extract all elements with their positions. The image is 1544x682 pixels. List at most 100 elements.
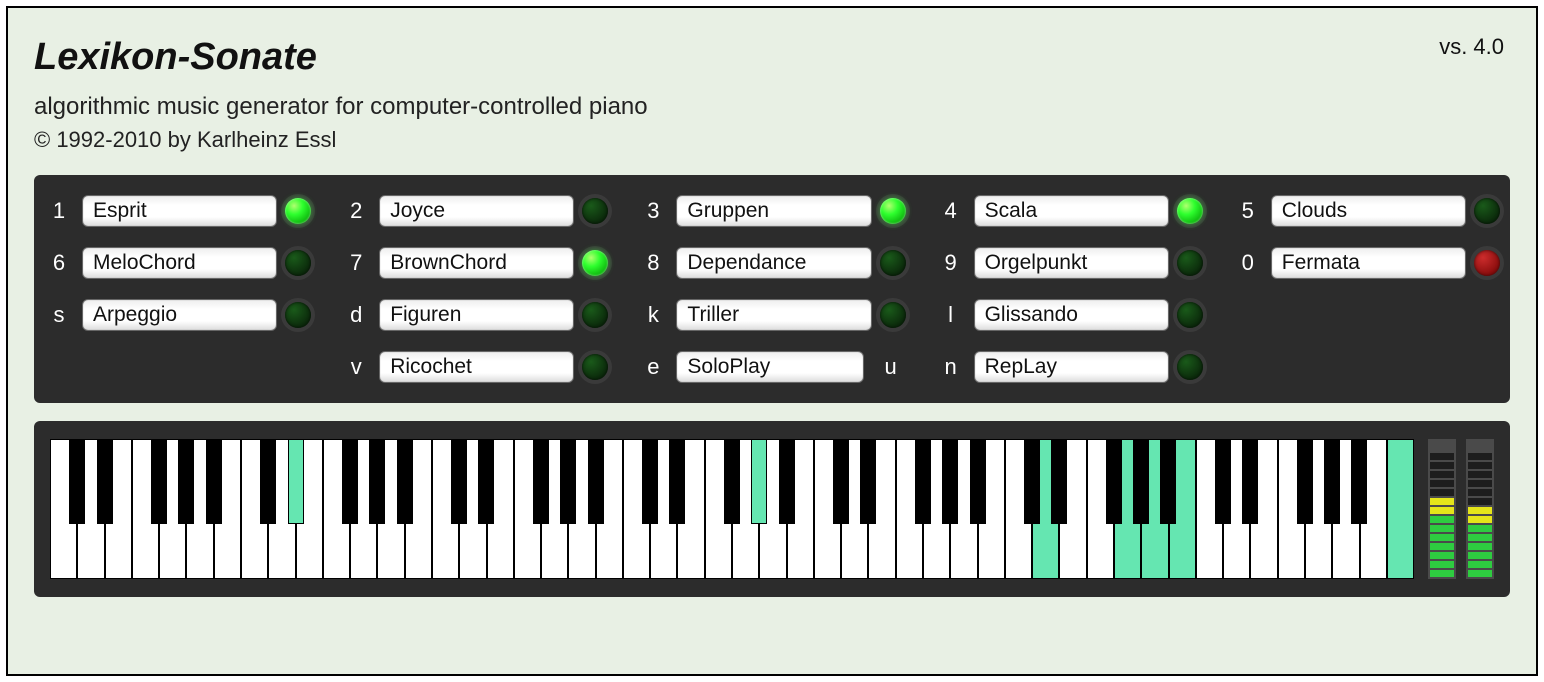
app-window: vs. 4.0 Lexikon-Sonate algorithmic music…: [6, 6, 1538, 676]
black-key[interactable]: [1351, 439, 1367, 524]
status-led[interactable]: [880, 198, 906, 224]
black-key[interactable]: [178, 439, 194, 524]
module-name-field[interactable]: Esprit: [82, 195, 277, 227]
status-led[interactable]: [582, 354, 608, 380]
module-name-field[interactable]: Dependance: [676, 247, 871, 279]
module-name-field[interactable]: Fermata: [1271, 247, 1466, 279]
meter-segment: [1430, 498, 1454, 505]
module-dependance[interactable]: 8 Dependance: [638, 243, 905, 283]
status-led[interactable]: [285, 302, 311, 328]
module-name-field[interactable]: Clouds: [1271, 195, 1466, 227]
module-figuren[interactable]: dFiguren: [341, 295, 608, 335]
black-key[interactable]: [151, 439, 167, 524]
module-name-field[interactable]: Orgelpunkt: [974, 247, 1169, 279]
black-key[interactable]: [915, 439, 931, 524]
piano-keyboard[interactable]: [50, 439, 1414, 579]
status-led[interactable]: [285, 250, 311, 276]
black-key[interactable]: [669, 439, 685, 524]
black-key[interactable]: [751, 439, 767, 524]
black-key[interactable]: [779, 439, 795, 524]
black-key[interactable]: [206, 439, 222, 524]
status-led[interactable]: [880, 302, 906, 328]
module-key: 8: [638, 250, 668, 276]
black-key[interactable]: [451, 439, 467, 524]
black-key[interactable]: [260, 439, 276, 524]
black-key[interactable]: [342, 439, 358, 524]
module-melochord[interactable]: 6MeloChord: [44, 243, 311, 283]
black-key[interactable]: [1324, 439, 1340, 524]
module-name-field[interactable]: Joyce: [379, 195, 574, 227]
status-led[interactable]: [880, 250, 906, 276]
meter-segment: [1468, 552, 1492, 559]
module-ricochet[interactable]: vRicochet: [341, 347, 608, 387]
black-key[interactable]: [1024, 439, 1040, 524]
module-panel: 1Esprit 2Joyce 3Gruppen 4Scala 5Clouds 6MeloC…: [34, 175, 1510, 403]
meter-segment: [1468, 525, 1492, 532]
black-key[interactable]: [588, 439, 604, 524]
module-glissando[interactable]: lGlissando: [936, 295, 1203, 335]
black-key[interactable]: [1297, 439, 1313, 524]
module-name-field[interactable]: Figuren: [379, 299, 574, 331]
status-led[interactable]: [1177, 198, 1203, 224]
black-key[interactable]: [97, 439, 113, 524]
status-led[interactable]: [1474, 198, 1500, 224]
module-name-field[interactable]: Ricochet: [379, 351, 574, 383]
meter-segment: [1468, 561, 1492, 568]
black-key[interactable]: [369, 439, 385, 524]
keyboard-panel: [34, 421, 1510, 597]
module-name-field[interactable]: RepLay: [974, 351, 1169, 383]
black-key[interactable]: [1051, 439, 1067, 524]
black-key[interactable]: [970, 439, 986, 524]
black-key[interactable]: [533, 439, 549, 524]
module-brownchord[interactable]: 7BrownChord: [341, 243, 608, 283]
module-gruppen[interactable]: 3Gruppen: [638, 191, 905, 231]
status-led[interactable]: [1177, 302, 1203, 328]
module-name-field[interactable]: BrownChord: [379, 247, 574, 279]
black-key[interactable]: [724, 439, 740, 524]
meter-segment: [1468, 498, 1492, 505]
module-name-field[interactable]: Scala: [974, 195, 1169, 227]
status-led[interactable]: [1474, 250, 1500, 276]
black-key[interactable]: [942, 439, 958, 524]
module-esprit[interactable]: 1Esprit: [44, 191, 311, 231]
module-arpeggio[interactable]: s Arpeggio: [44, 295, 311, 335]
black-key[interactable]: [69, 439, 85, 524]
status-led[interactable]: [582, 198, 608, 224]
module-joyce[interactable]: 2Joyce: [341, 191, 608, 231]
module-key: s: [44, 302, 74, 328]
module-name-field[interactable]: Gruppen: [676, 195, 871, 227]
meter-segment: [1468, 570, 1492, 577]
module-fermata[interactable]: 0Fermata: [1233, 243, 1500, 283]
module-name-field[interactable]: MeloChord: [82, 247, 277, 279]
module-key: n: [936, 354, 966, 380]
status-led[interactable]: [1177, 354, 1203, 380]
status-led[interactable]: [1177, 250, 1203, 276]
black-key[interactable]: [288, 439, 304, 524]
meter-segment: [1430, 534, 1454, 541]
black-key[interactable]: [397, 439, 413, 524]
black-key[interactable]: [860, 439, 876, 524]
black-key[interactable]: [833, 439, 849, 524]
black-key[interactable]: [642, 439, 658, 524]
black-key[interactable]: [478, 439, 494, 524]
module-replay[interactable]: n RepLay: [936, 347, 1203, 387]
module-scala[interactable]: 4Scala: [936, 191, 1203, 231]
module-name-field[interactable]: Arpeggio: [82, 299, 277, 331]
module-soloplay[interactable]: eSoloPlayu: [638, 347, 905, 387]
status-led[interactable]: [285, 198, 311, 224]
black-key[interactable]: [1242, 439, 1258, 524]
module-orgelpunkt[interactable]: 9Orgelpunkt: [936, 243, 1203, 283]
module-name-field[interactable]: Triller: [676, 299, 871, 331]
status-led[interactable]: [582, 250, 608, 276]
module-triller[interactable]: kTriller: [638, 295, 905, 335]
black-key[interactable]: [1160, 439, 1176, 524]
black-key[interactable]: [560, 439, 576, 524]
black-key[interactable]: [1106, 439, 1122, 524]
status-led[interactable]: [582, 302, 608, 328]
white-key[interactable]: [1387, 439, 1414, 579]
module-name-field[interactable]: Glissando: [974, 299, 1169, 331]
black-key[interactable]: [1215, 439, 1231, 524]
module-name-field[interactable]: SoloPlay: [676, 351, 863, 383]
black-key[interactable]: [1133, 439, 1149, 524]
module-clouds[interactable]: 5Clouds: [1233, 191, 1500, 231]
